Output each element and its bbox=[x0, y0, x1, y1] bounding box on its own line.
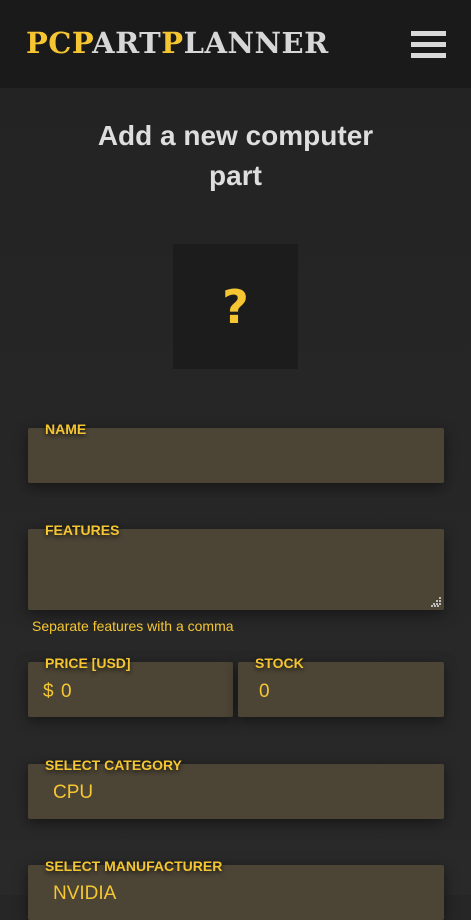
logo-part: ART bbox=[92, 26, 162, 60]
logo-part: PC bbox=[26, 26, 72, 60]
price-label: PRICE [USD] bbox=[45, 655, 131, 671]
top-navigation-bar: PCPARTPLANNER bbox=[0, 0, 471, 88]
menu-bar-line bbox=[411, 42, 446, 47]
category-select[interactable]: SELECT CATEGORY CPU bbox=[28, 757, 444, 819]
stock-value[interactable]: 0 bbox=[259, 681, 270, 703]
page-title: Add a new computer part bbox=[97, 120, 374, 191]
name-input[interactable] bbox=[28, 428, 444, 483]
price-value[interactable]: 0 bbox=[61, 681, 72, 703]
name-field[interactable]: NAME bbox=[28, 421, 444, 483]
site-logo[interactable]: PCPARTPLANNER bbox=[26, 26, 329, 60]
name-label: NAME bbox=[45, 421, 87, 437]
manufacturer-value: NVIDIA bbox=[53, 883, 117, 904]
logo-part: P bbox=[161, 26, 184, 60]
resize-handle-icon[interactable] bbox=[431, 597, 441, 607]
menu-bar-line bbox=[411, 31, 446, 36]
category-label: SELECT CATEGORY bbox=[45, 757, 182, 773]
category-value: CPU bbox=[53, 782, 94, 803]
part-image-upload[interactable]: ? bbox=[173, 244, 298, 369]
manufacturer-select[interactable]: SELECT MANUFACTURER NVIDIA bbox=[28, 858, 444, 920]
question-mark-icon: ? bbox=[222, 279, 249, 334]
manufacturer-label: SELECT MANUFACTURER bbox=[45, 858, 223, 874]
hamburger-menu-icon[interactable] bbox=[411, 31, 446, 58]
features-hint: Separate features with a comma bbox=[32, 618, 234, 634]
features-label: FEATURES bbox=[45, 522, 120, 538]
stock-label: STOCK bbox=[255, 655, 304, 671]
menu-bar-line bbox=[411, 53, 446, 58]
stock-field[interactable]: STOCK 0 bbox=[238, 655, 444, 717]
price-field[interactable]: PRICE [USD] $ 0 bbox=[28, 655, 233, 717]
logo-part: LANNER bbox=[183, 26, 329, 60]
logo-part: P bbox=[71, 26, 93, 60]
features-field[interactable]: FEATURES bbox=[28, 522, 444, 610]
currency-symbol: $ bbox=[43, 681, 54, 702]
